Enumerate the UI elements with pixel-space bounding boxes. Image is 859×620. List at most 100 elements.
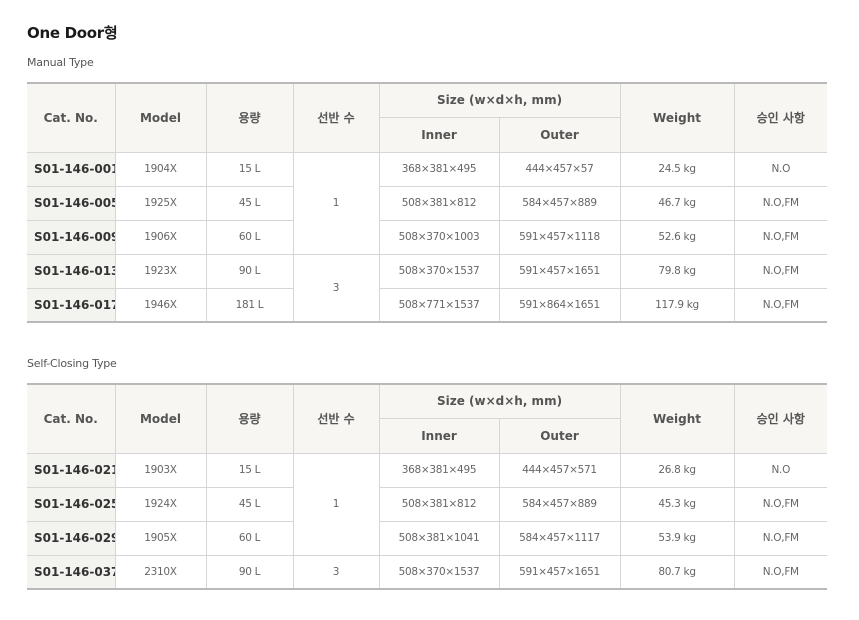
approval-cell: N.O,FM [733,185,828,221]
header-size: Size (w×d×h, mm) [378,83,621,118]
header-model: Model [114,384,207,454]
outer-size-cell: 584×457×889 [498,185,621,221]
capacity-cell: 45 L [205,185,294,221]
header-model: Model [114,83,207,153]
header-cat-no: Cat. No. [27,83,116,153]
header-inner: Inner [379,116,500,153]
approval-cell: N.O,FM [733,520,828,556]
inner-size-cell: 508×370×1003 [378,219,500,255]
model-cell: 1906X [114,219,207,255]
approval-cell: N.O,FM [733,287,828,323]
approval-cell: N.O [733,151,828,187]
header-shelves: 선반 수 [292,384,380,454]
shelves-cell: 3 [292,554,380,590]
header-size: Size (w×d×h, mm) [378,384,621,419]
cat-no-cell: S01-146-001 [27,151,116,187]
table-row: S01-146-029 1905X 60 L 508×381×1041 584×… [27,520,828,556]
inner-size-cell: 508×771×1537 [378,287,500,323]
weight-cell: 53.9 kg [619,520,735,556]
approval-cell: N.O,FM [733,219,828,255]
header-row: Cat. No. Model 용량 선반 수 Size (w×d×h, mm) … [27,384,828,454]
outer-size-cell: 591×457×1118 [498,219,621,255]
cat-no-cell: S01-146-025 [27,486,116,522]
header-capacity: 용량 [205,83,294,153]
table-row: S01-146-009 1906X 60 L 508×370×1003 591×… [27,219,828,255]
shelves-cell: 1 [292,151,380,255]
weight-cell: 46.7 kg [619,185,735,221]
manual-type-table: Cat. No. Model 용량 선반 수 Size (w×d×h, mm) … [27,82,828,323]
outer-size-cell: 591×457×1651 [498,253,621,289]
inner-size-cell: 368×381×495 [378,452,500,488]
cat-no-cell: S01-146-009 [27,219,116,255]
model-cell: 2310X [114,554,207,590]
cat-no-cell: S01-146-021 [27,452,116,488]
model-cell: 1904X [114,151,207,187]
header-row: Cat. No. Model 용량 선반 수 Size (w×d×h, mm) … [27,83,828,153]
weight-cell: 117.9 kg [619,287,735,323]
outer-size-cell: 584×457×1117 [498,520,621,556]
model-cell: 1946X [114,287,207,323]
approval-cell: N.O,FM [733,554,828,590]
inner-size-cell: 508×370×1537 [378,554,500,590]
capacity-cell: 181 L [205,287,294,323]
header-weight: Weight [619,83,735,153]
shelves-cell: 3 [292,253,380,323]
outer-size-cell: 591×457×1651 [498,554,621,590]
cat-no-cell: S01-146-029 [27,520,116,556]
header-inner: Inner [379,417,500,454]
capacity-cell: 15 L [205,452,294,488]
approval-cell: N.O [733,452,828,488]
weight-cell: 24.5 kg [619,151,735,187]
cat-no-cell: S01-146-037 [27,554,116,590]
model-cell: 1925X [114,185,207,221]
model-cell: 1903X [114,452,207,488]
inner-size-cell: 508×381×812 [378,486,500,522]
capacity-cell: 90 L [205,554,294,590]
cat-no-cell: S01-146-017 [27,287,116,323]
outer-size-cell: 444×457×57 [498,151,621,187]
weight-cell: 52.6 kg [619,219,735,255]
capacity-cell: 60 L [205,219,294,255]
cat-no-cell: S01-146-005 [27,185,116,221]
self-closing-type-table: Cat. No. Model 용량 선반 수 Size (w×d×h, mm) … [27,383,828,590]
table-row: S01-146-001 1904X 15 L 1 368×381×495 444… [27,151,828,255]
model-cell: 1923X [114,253,207,289]
table-row: S01-146-017 1946X 181 L 508×771×1537 591… [27,287,828,323]
header-weight: Weight [619,384,735,454]
outer-size-cell: 444×457×571 [498,452,621,488]
header-outer: Outer [498,116,621,153]
inner-size-cell: 508×381×1041 [378,520,500,556]
page-title: One Door형 [27,24,118,42]
header-approval: 승인 사항 [733,83,828,153]
outer-size-cell: 584×457×889 [498,486,621,522]
table-row: S01-146-021 1903X 15 L 1 368×381×495 444… [27,452,828,556]
header-shelves: 선반 수 [292,83,380,153]
capacity-cell: 45 L [205,486,294,522]
approval-cell: N.O,FM [733,253,828,289]
weight-cell: 80.7 kg [619,554,735,590]
weight-cell: 79.8 kg [619,253,735,289]
header-capacity: 용량 [205,384,294,454]
model-cell: 1905X [114,520,207,556]
approval-cell: N.O,FM [733,486,828,522]
weight-cell: 26.8 kg [619,452,735,488]
inner-size-cell: 508×370×1537 [378,253,500,289]
section-title-manual: Manual Type [27,56,94,69]
section-title-self-closing: Self-Closing Type [27,357,117,370]
inner-size-cell: 508×381×812 [378,185,500,221]
inner-size-cell: 368×381×495 [378,151,500,187]
model-cell: 1924X [114,486,207,522]
table-row: S01-146-005 1925X 45 L 508×381×812 584×4… [27,185,828,221]
weight-cell: 45.3 kg [619,486,735,522]
capacity-cell: 60 L [205,520,294,556]
header-cat-no: Cat. No. [27,384,116,454]
header-outer: Outer [498,417,621,454]
cat-no-cell: S01-146-013 [27,253,116,289]
header-approval: 승인 사항 [733,384,828,454]
table-row: S01-146-025 1924X 45 L 508×381×812 584×4… [27,486,828,522]
capacity-cell: 90 L [205,253,294,289]
outer-size-cell: 591×864×1651 [498,287,621,323]
shelves-cell: 1 [292,452,380,556]
capacity-cell: 15 L [205,151,294,187]
table-row: S01-146-037 2310X 90 L 3 508×370×1537 59… [27,554,828,590]
